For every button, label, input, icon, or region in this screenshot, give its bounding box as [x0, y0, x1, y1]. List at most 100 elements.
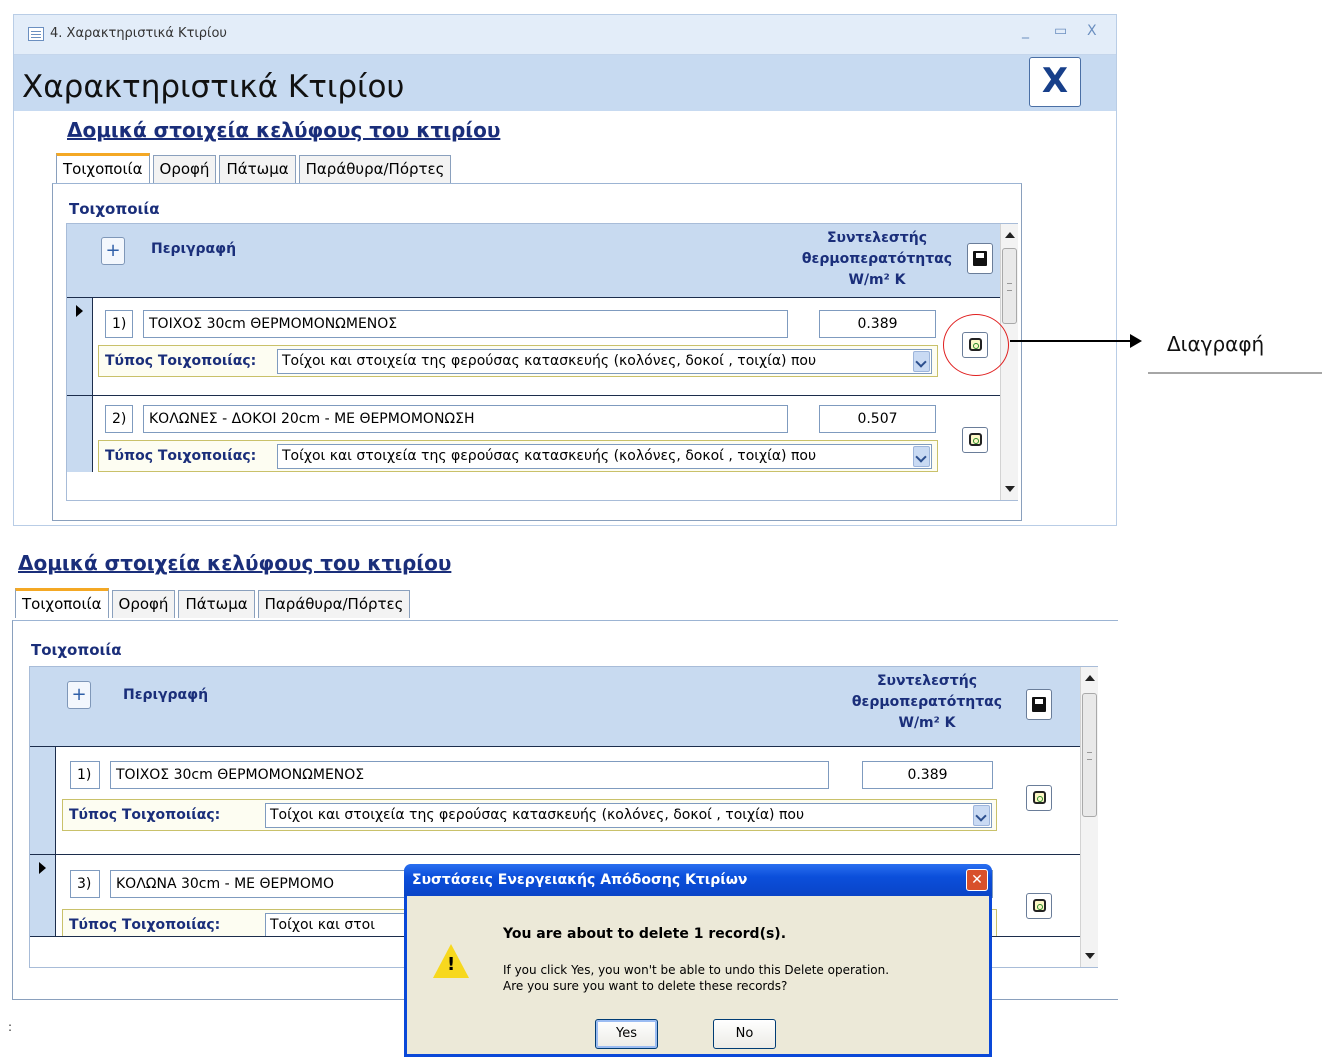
callout-arrow-line: [1010, 340, 1140, 342]
wall-type-box: Τύπος Τοιχοποιίας: Τοίχοι και στοιχεία τ…: [98, 440, 938, 472]
record-coefficient-field[interactable]: 0.389: [819, 310, 936, 338]
vertical-scrollbar[interactable]: [1080, 667, 1098, 967]
wall-type-box: Τύπος Τοιχοποιίας: Τοίχοι και στοιχεία τ…: [98, 345, 938, 377]
section-title: Δομικά στοιχεία κελύφους του κτιρίου: [67, 118, 501, 142]
scroll-thumb[interactable]: [1002, 248, 1017, 324]
wall-type-select[interactable]: Τοίχοι και στοιχεία της φερούσας κατασκε…: [277, 444, 932, 469]
maximize-button[interactable]: ▭: [1054, 23, 1067, 39]
coefficient-header-unit: W/m² K: [848, 272, 906, 288]
record-selector[interactable]: [30, 855, 56, 936]
record-description-field[interactable]: ΤΟΙΧΟΣ 30cm ΘΕΡΜΟΜΟΝΩΜΕΝΟΣ: [110, 761, 829, 789]
recycle-bin-icon: [1033, 791, 1046, 804]
coefficient-header-line2: θερμοπερατότητας: [851, 694, 1003, 710]
panel-label: Τοιχοποιία: [69, 200, 160, 218]
delete-record-button[interactable]: [962, 427, 988, 453]
form-icon: [28, 27, 44, 41]
add-record-button[interactable]: +: [101, 237, 125, 265]
minimize-button[interactable]: _: [1022, 23, 1029, 39]
no-button[interactable]: No: [713, 1019, 776, 1049]
scroll-down-icon[interactable]: [1085, 953, 1095, 959]
table-row: 2) ΚΟΛΩΝΕΣ - ΔΟΚΟΙ 20cm - ΜΕ ΘΕΡΜΟΜΟΝΩΣΗ…: [67, 396, 1001, 472]
grid-header: + Περιγραφή Συντελεστής θερμοπερατότητας…: [30, 667, 1080, 747]
scroll-thumb[interactable]: [1082, 693, 1097, 817]
wall-type-label: Τύπος Τοιχοποιίας:: [105, 448, 257, 464]
coefficient-header-unit: W/m² K: [898, 715, 956, 731]
form-title: Χαρακτηριστικά Κτιρίου: [22, 69, 405, 105]
dialog-titlebar: Συστάσεις Ενεργειακής Απόδοσης Κτιρίων ✕: [404, 864, 992, 896]
wall-type-value: Τοίχοι και στοιχεία της φερούσας κατασκε…: [282, 353, 817, 369]
confirm-delete-dialog: Συστάσεις Ενεργειακής Απόδοσης Κτιρίων ✕…: [404, 864, 992, 1057]
record-number: 1): [105, 310, 133, 338]
wall-type-label: Τύπος Τοιχοποιίας:: [105, 353, 257, 369]
scroll-up-icon[interactable]: [1085, 675, 1095, 681]
wall-type-value: Τοίχοι και στοιχεία της φερούσας κατασκε…: [282, 448, 817, 464]
coefficient-header-line1: Συντελεστής: [876, 673, 978, 689]
record-selector[interactable]: [30, 747, 56, 854]
form-header: Χαρακτηριστικά Κτιρίου X: [14, 55, 1116, 111]
dialog-message-line2: Are you sure you want to delete these re…: [503, 979, 788, 993]
save-button[interactable]: [1026, 689, 1052, 720]
chevron-down-icon[interactable]: [913, 351, 930, 372]
tab-floor[interactable]: Πάτωμα: [219, 155, 296, 183]
wall-type-value: Τοίχοι και στοι: [270, 917, 375, 933]
floppy-disk-icon: [973, 251, 987, 266]
wall-type-box: Τύπος Τοιχοποιίας: Τοίχοι και στοιχεία τ…: [62, 799, 997, 831]
callout-underline: [1148, 372, 1322, 374]
tab-roof[interactable]: Οροφή: [152, 155, 217, 183]
record-number: 2): [105, 405, 133, 433]
dialog-message-line1: If you click Yes, you won't be able to u…: [503, 963, 890, 977]
add-record-button[interactable]: +: [67, 681, 91, 709]
chevron-down-icon[interactable]: [913, 446, 930, 467]
scroll-down-icon[interactable]: [1005, 486, 1015, 492]
coefficient-header-line1: Συντελεστής: [826, 230, 928, 246]
arrow-right-icon: [1130, 334, 1142, 348]
grid-header: + Περιγραφή Συντελεστής θερμοπερατότητας…: [67, 224, 1001, 298]
tab-strip: Τοιχοποιία Οροφή Πάτωμα Παράθυρα/Πόρτες: [15, 586, 413, 618]
recycle-bin-icon: [969, 433, 982, 446]
record-description-field[interactable]: ΚΟΛΩΝΕΣ - ΔΟΚΟΙ 20cm - ΜΕ ΘΕΡΜΟΜΟΝΩΣΗ: [143, 405, 788, 433]
record-description-field[interactable]: ΤΟΙΧΟΣ 30cm ΘΕΡΜΟΜΟΝΩΜΕΝΟΣ: [143, 310, 788, 338]
yes-button[interactable]: Yes: [595, 1019, 658, 1049]
tab-walls[interactable]: Τοιχοποιία: [56, 153, 150, 183]
window-title: 4. Χαρακτηριστικά Κτιρίου: [50, 26, 227, 41]
table-row: 1) ΤΟΙΧΟΣ 30cm ΘΕΡΜΟΜΟΝΩΜΕΝΟΣ 0.389 Τύπο…: [67, 298, 1001, 396]
tab-panel: Τοιχοποιία + Περιγραφή Συντελεστής θερμο…: [52, 183, 1022, 521]
coefficient-header-line2: θερμοπερατότητας: [801, 251, 953, 267]
record-coefficient-field[interactable]: 0.507: [819, 405, 936, 433]
window-close-button[interactable]: X: [1087, 23, 1097, 39]
recycle-bin-icon: [1033, 899, 1046, 912]
description-column-header: Περιγραφή: [151, 241, 237, 257]
form-close-button[interactable]: X: [1029, 57, 1081, 107]
save-button[interactable]: [967, 243, 993, 274]
scroll-up-icon[interactable]: [1005, 232, 1015, 238]
wall-type-select[interactable]: Τοίχοι και στοιχεία της φερούσας κατασκε…: [277, 349, 932, 374]
tab-floor[interactable]: Πάτωμα: [178, 590, 255, 618]
chevron-down-icon[interactable]: [973, 805, 990, 826]
dialog-message: If you click Yes, you won't be able to u…: [503, 962, 889, 994]
window-titlebar: 4. Χαρακτηριστικά Κτιρίου _ ▭ X: [14, 15, 1116, 55]
tab-strip: Τοιχοποιία Οροφή Πάτωμα Παράθυρα/Πόρτες: [56, 153, 454, 183]
tab-windows-doors[interactable]: Παράθυρα/Πόρτες: [257, 590, 411, 618]
record-selector[interactable]: [67, 396, 93, 472]
stray-mark: :: [8, 1020, 13, 1034]
wall-type-select[interactable]: Τοίχοι και στοιχεία της φερούσας κατασκε…: [265, 803, 992, 828]
coefficient-column-header: Συντελεστής θερμοπερατότητας W/m² K: [789, 228, 965, 291]
delete-record-button[interactable]: [1026, 785, 1052, 811]
description-column-header: Περιγραφή: [123, 687, 209, 703]
tab-roof[interactable]: Οροφή: [111, 590, 176, 618]
dialog-close-button[interactable]: ✕: [966, 869, 988, 891]
record-selector[interactable]: [67, 298, 93, 395]
record-coefficient-field[interactable]: 0.389: [862, 761, 993, 789]
wall-type-value: Τοίχοι και στοιχεία της φερούσας κατασκε…: [270, 807, 805, 823]
tab-windows-doors[interactable]: Παράθυρα/Πόρτες: [298, 155, 452, 183]
dialog-title: Συστάσεις Ενεργειακής Απόδοσης Κτιρίων: [412, 872, 748, 888]
delete-record-button[interactable]: [1026, 893, 1052, 919]
wall-type-label: Τύπος Τοιχοποιίας:: [69, 807, 221, 823]
tab-walls[interactable]: Τοιχοποιία: [15, 588, 109, 618]
coefficient-column-header: Συντελεστής θερμοπερατότητας W/m² K: [836, 671, 1018, 734]
form-window: 4. Χαρακτηριστικά Κτιρίου _ ▭ X Χαρακτηρ…: [13, 14, 1117, 526]
table-row: 1) ΤΟΙΧΟΣ 30cm ΘΕΡΜΟΜΟΝΩΜΕΝΟΣ 0.389 Τύπο…: [30, 747, 1080, 855]
record-number: 1): [70, 761, 100, 789]
dialog-heading: You are about to delete 1 record(s).: [503, 926, 787, 942]
current-record-arrow-icon: [39, 862, 46, 874]
